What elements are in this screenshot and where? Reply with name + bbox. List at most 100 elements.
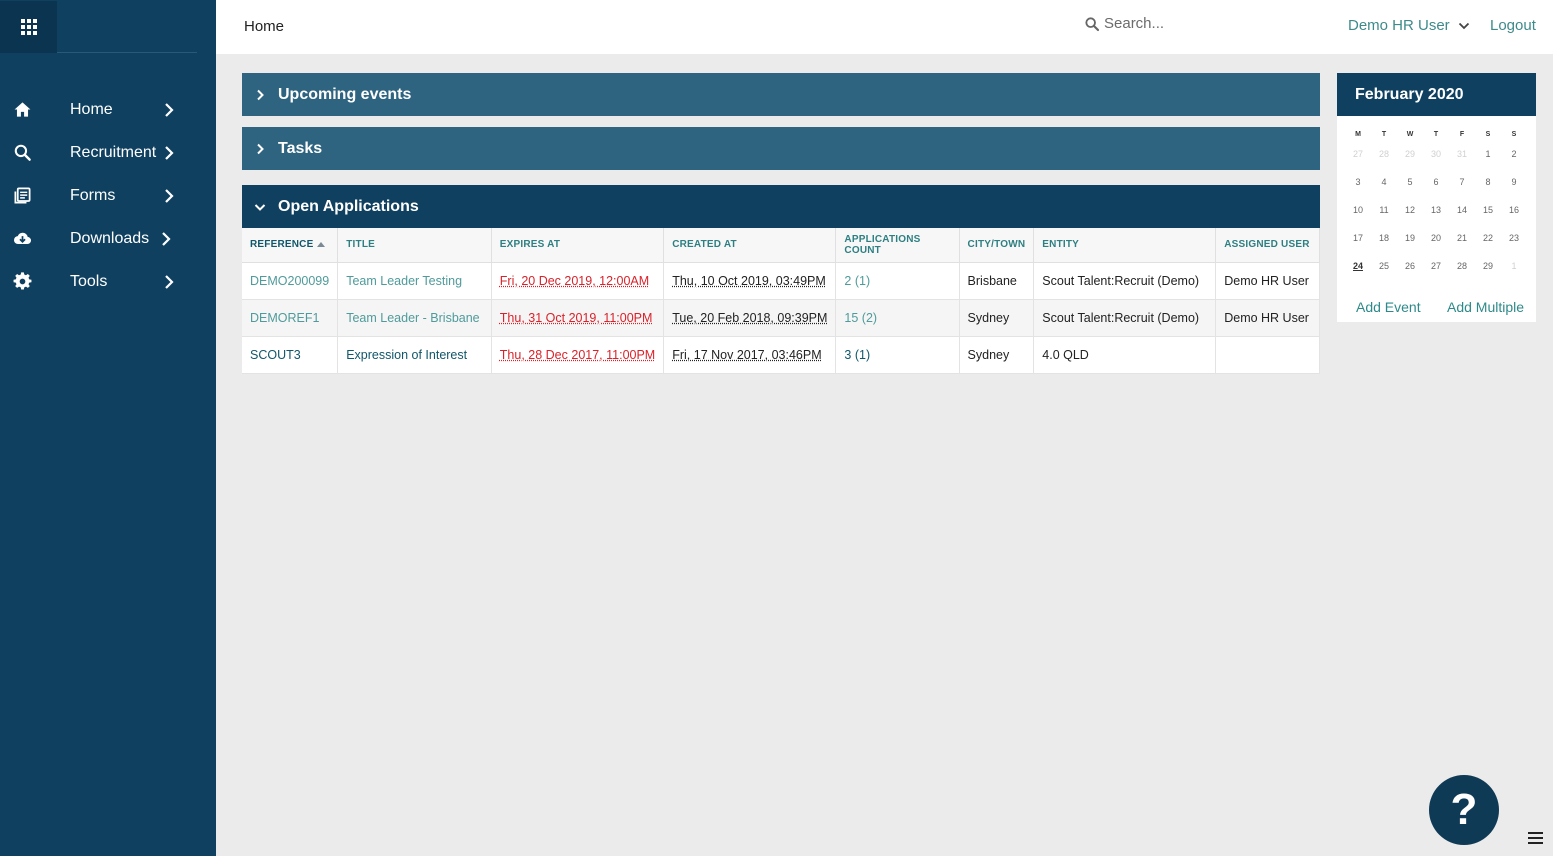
sidebar-item-label: Recruitment <box>70 143 157 161</box>
open-applications-table: REFERENCE TITLE EXPIRES AT CREATED AT AP… <box>242 228 1320 374</box>
cell-city: Sydney <box>959 299 1035 337</box>
upcoming-events-panel-header[interactable]: Upcoming events <box>242 73 1320 116</box>
calendar-day[interactable]: 8 <box>1475 175 1501 203</box>
breadcrumb[interactable]: Home <box>244 18 284 35</box>
calendar-day[interactable]: 29 <box>1475 259 1501 287</box>
help-button[interactable]: ? <box>1429 775 1499 845</box>
cell-title[interactable]: Team Leader - Brisbane <box>337 299 492 337</box>
weekday-label: W <box>1406 131 1414 138</box>
sidebar-item-recruitment[interactable]: Recruitment <box>0 131 216 174</box>
calendar-day-today[interactable]: 24 <box>1345 259 1371 287</box>
calendar-day[interactable]: 29 <box>1397 147 1423 175</box>
add-multiple-link[interactable]: Add Multiple <box>1447 299 1524 315</box>
calendar-day[interactable]: 22 <box>1475 231 1501 259</box>
cell-reference[interactable]: SCOUT3 <box>242 336 339 374</box>
cell-reference[interactable]: DEMO200099 <box>242 262 339 300</box>
calendar-day[interactable]: 14 <box>1449 203 1475 231</box>
calendar-day[interactable]: 26 <box>1397 259 1423 287</box>
calendar-day[interactable]: 27 <box>1423 259 1449 287</box>
table-header-row: REFERENCE TITLE EXPIRES AT CREATED AT AP… <box>242 228 1320 263</box>
panel-title: Upcoming events <box>278 85 412 103</box>
calendar-day[interactable]: 18 <box>1371 231 1397 259</box>
search-box[interactable] <box>1084 15 1274 32</box>
search-input[interactable] <box>1104 15 1274 32</box>
cell-created-at: Fri, 17 Nov 2017, 03:46PM <box>663 336 837 374</box>
weekday-label: S <box>1485 131 1491 138</box>
calendar-day[interactable]: 23 <box>1501 231 1527 259</box>
calendar-day[interactable]: 15 <box>1475 203 1501 231</box>
sidebar-item-home[interactable]: Home <box>0 88 216 131</box>
cell-applications-count[interactable]: 15 (2) <box>835 299 960 337</box>
calendar-day[interactable]: 10 <box>1345 203 1371 231</box>
calendar-day[interactable]: 13 <box>1423 203 1449 231</box>
chevron-down-icon[interactable] <box>1458 21 1470 31</box>
calendar-day[interactable]: 17 <box>1345 231 1371 259</box>
sidebar-item-forms[interactable]: Forms <box>0 174 216 217</box>
cell-title[interactable]: Team Leader Testing <box>337 262 492 300</box>
cell-expires-at: Thu, 31 Oct 2019, 11:00PM <box>491 299 665 337</box>
sidebar-item-label: Forms <box>70 186 116 204</box>
calendar-day[interactable]: 5 <box>1397 175 1423 203</box>
calendar-day[interactable]: 6 <box>1423 175 1449 203</box>
chevron-right-icon <box>164 274 178 289</box>
calendar-day[interactable]: 27 <box>1345 147 1371 175</box>
chevron-right-icon <box>164 145 178 160</box>
column-header-reference[interactable]: REFERENCE <box>242 228 339 263</box>
table-row[interactable]: SCOUT3 Expression of Interest Thu, 28 De… <box>242 336 1320 374</box>
apps-menu-button[interactable] <box>0 1 57 53</box>
calendar-title[interactable]: February 2020 <box>1337 73 1536 116</box>
sidebar-divider <box>57 52 197 53</box>
cell-title[interactable]: Expression of Interest <box>337 336 492 374</box>
column-header-city[interactable]: CITY/TOWN <box>959 228 1035 263</box>
sidebar-item-tools[interactable]: Tools <box>0 260 216 303</box>
cell-city: Sydney <box>959 336 1035 374</box>
table-row[interactable]: DEMO200099 Team Leader Testing Fri, 20 D… <box>242 262 1320 300</box>
calendar-day[interactable]: 4 <box>1371 175 1397 203</box>
calendar-day[interactable]: 12 <box>1397 203 1423 231</box>
calendar-day[interactable]: 2 <box>1501 147 1527 175</box>
panel-title: Open Applications <box>278 197 419 215</box>
calendar-day[interactable]: 28 <box>1371 147 1397 175</box>
column-header-expires-at[interactable]: EXPIRES AT <box>491 228 665 263</box>
sidebar-item-label: Downloads <box>70 229 150 247</box>
calendar-day[interactable]: 30 <box>1423 147 1449 175</box>
panel-title: Tasks <box>278 139 323 157</box>
column-header-entity[interactable]: ENTITY <box>1033 228 1217 263</box>
calendar-day[interactable]: 16 <box>1501 203 1527 231</box>
sidebar-header <box>0 0 216 54</box>
user-menu[interactable]: Demo HR User <box>1348 17 1450 34</box>
calendar-day[interactable]: 7 <box>1449 175 1475 203</box>
cell-reference[interactable]: DEMOREF1 <box>242 299 339 337</box>
cell-applications-count[interactable]: 2 (1) <box>835 262 960 300</box>
calendar-day[interactable]: 31 <box>1449 147 1475 175</box>
chevron-right-icon <box>161 231 175 246</box>
calendar-day[interactable]: 21 <box>1449 231 1475 259</box>
calendar-day[interactable]: 20 <box>1423 231 1449 259</box>
calendar-day[interactable]: 28 <box>1449 259 1475 287</box>
table-row[interactable]: DEMOREF1 Team Leader - Brisbane Thu, 31 … <box>242 299 1320 337</box>
column-header-assigned-user[interactable]: ASSIGNED USER <box>1215 228 1320 263</box>
sidebar-item-label: Tools <box>70 272 108 290</box>
calendar-day[interactable]: 9 <box>1501 175 1527 203</box>
calendar-day[interactable]: 1 <box>1501 259 1527 287</box>
column-header-title[interactable]: TITLE <box>337 228 492 263</box>
calendar-day[interactable]: 25 <box>1371 259 1397 287</box>
column-header-created-at[interactable]: CREATED AT <box>663 228 837 263</box>
calendar-widget: February 2020 M T W T F S S 27 28 29 30 … <box>1337 73 1536 322</box>
calendar-day[interactable]: 1 <box>1475 147 1501 175</box>
calendar-day[interactable]: 3 <box>1345 175 1371 203</box>
cell-applications-count[interactable]: 3 (1) <box>835 336 960 374</box>
chevron-right-icon <box>164 188 178 203</box>
add-event-link[interactable]: Add Event <box>1356 299 1421 315</box>
cell-assigned-user <box>1215 336 1320 374</box>
calendar-day[interactable]: 19 <box>1397 231 1423 259</box>
tasks-panel-header[interactable]: Tasks <box>242 127 1320 170</box>
sidebar-item-downloads[interactable]: Downloads <box>0 217 216 260</box>
hamburger-menu-icon[interactable] <box>1528 832 1543 845</box>
open-applications-panel-header[interactable]: Open Applications <box>242 185 1320 228</box>
calendar-day[interactable]: 11 <box>1371 203 1397 231</box>
column-header-applications-count[interactable]: APPLICATIONS COUNT <box>835 228 960 263</box>
weekday-label: S <box>1511 131 1517 138</box>
search-icon <box>0 143 44 162</box>
logout-link[interactable]: Logout <box>1490 17 1536 34</box>
